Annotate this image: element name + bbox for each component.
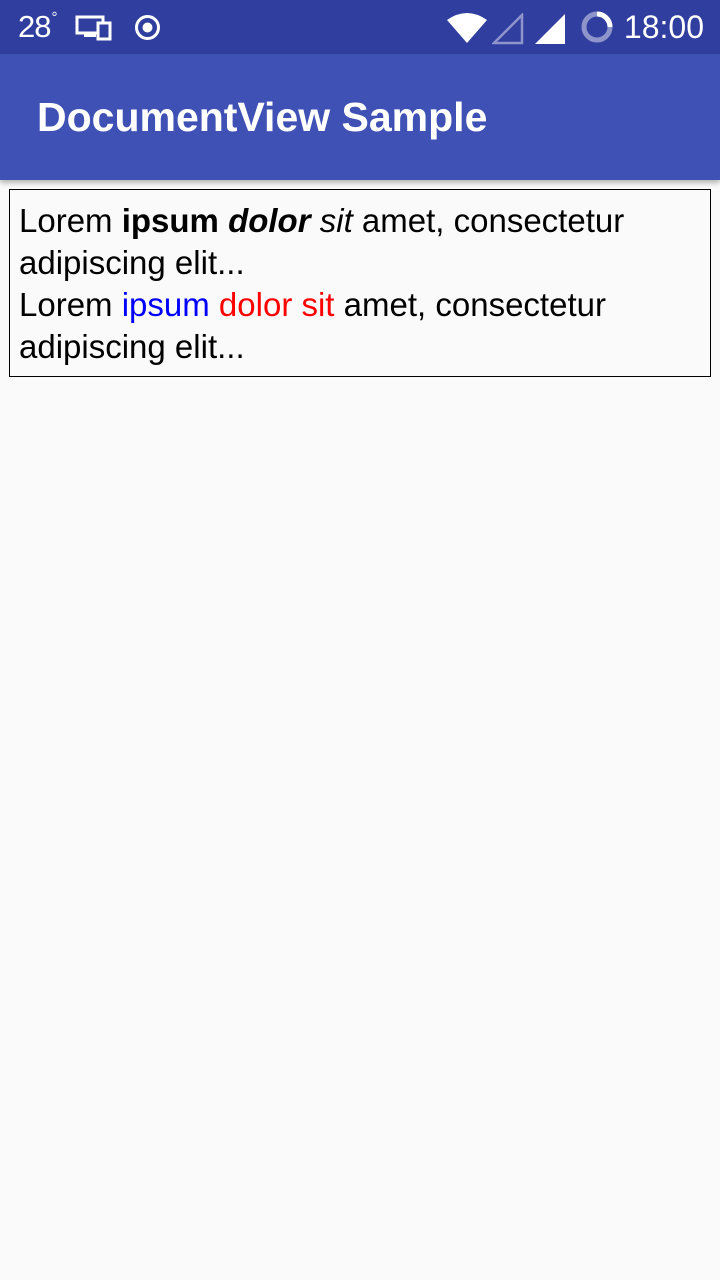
p1-word-ipsum-bold: ipsum xyxy=(121,202,219,239)
paragraph-formatted: Lorem ipsum dolor sit amet, consectetur … xyxy=(19,200,701,284)
clock-time: 18:00 xyxy=(623,9,704,45)
sync-icon xyxy=(580,10,614,49)
record-icon xyxy=(134,14,161,46)
degree-symbol: ° xyxy=(51,9,57,26)
signal-empty-icon xyxy=(490,11,524,50)
status-bar: 28° 18:00 xyxy=(0,0,720,54)
p1-word-dolor-bold-italic: dolor xyxy=(228,202,311,239)
signal-full-icon xyxy=(534,13,566,50)
wifi-icon xyxy=(446,12,488,49)
p1-word-sit-italic: sit xyxy=(319,202,353,239)
temperature-indicator: 28° xyxy=(18,8,57,52)
p2-word-ipsum-blue: ipsum xyxy=(121,286,210,323)
temperature-value: 28 xyxy=(18,9,51,44)
p1-word-lorem: Lorem xyxy=(19,202,113,239)
app-bar: DocumentView Sample xyxy=(0,54,720,180)
paragraph-colored: Lorem ipsum dolor sit amet, consectetur … xyxy=(19,284,701,368)
p2-word-lorem: Lorem xyxy=(19,286,113,323)
app-title: DocumentView Sample xyxy=(37,94,488,140)
p2-words-dolor-sit-red: dolor sit xyxy=(218,286,335,323)
devices-icon xyxy=(75,15,113,46)
document-view: Lorem ipsum dolor sit amet, consectetur … xyxy=(9,189,711,377)
